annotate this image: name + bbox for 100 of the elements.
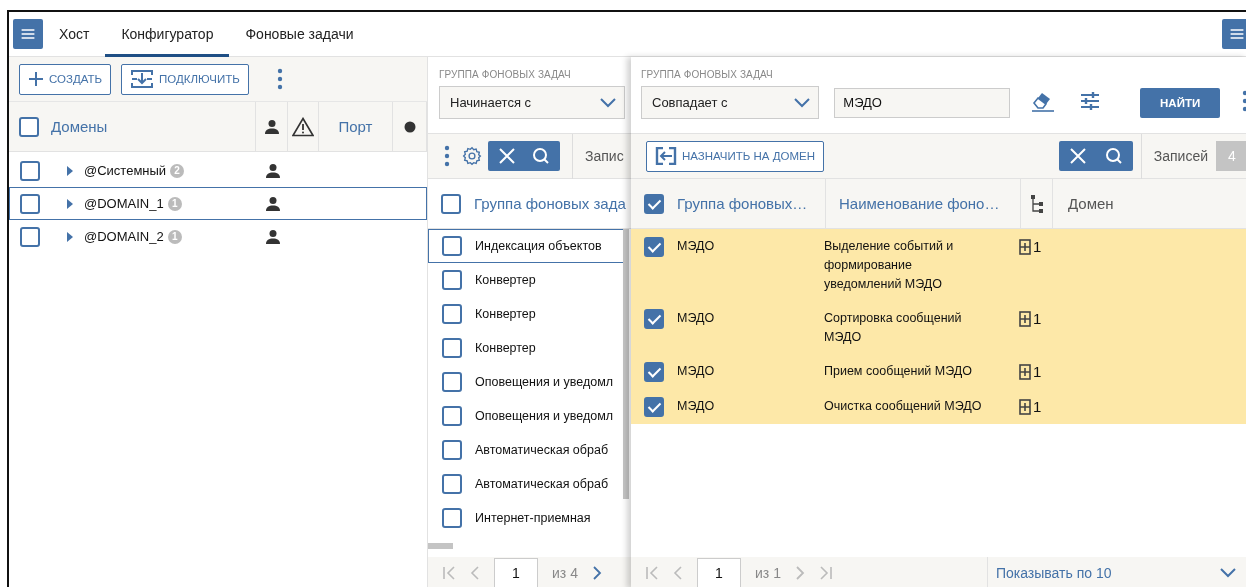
- column-header[interactable]: Наименование фоно…: [839, 195, 1000, 212]
- plus-icon: [28, 71, 44, 87]
- close-icon[interactable]: [498, 147, 516, 165]
- checkbox[interactable]: [441, 193, 461, 214]
- checkbox[interactable]: [442, 440, 462, 460]
- domain-name[interactable]: @DOMAIN_2: [84, 229, 164, 244]
- filter-sliders-icon[interactable]: [1080, 91, 1101, 110]
- find-button[interactable]: НАЙТИ: [1140, 87, 1220, 118]
- node-tree-icon: [1019, 398, 1031, 415]
- menu-icon[interactable]: [20, 26, 36, 42]
- dot-icon: [403, 120, 416, 133]
- table-cell: 1: [1033, 237, 1042, 256]
- selected-row-outline[interactable]: Индексация объектов: [428, 229, 623, 263]
- column-header[interactable]: Домены: [51, 118, 108, 135]
- table-row[interactable]: Интернет-приемная: [428, 501, 623, 535]
- condition-dropdown[interactable]: Начинается с: [439, 86, 625, 119]
- checkbox[interactable]: [442, 474, 462, 494]
- tab[interactable]: Хост: [43, 11, 106, 57]
- count-badge: 1: [167, 229, 182, 244]
- checkbox[interactable]: [20, 226, 40, 247]
- chevron-down-icon[interactable]: [600, 97, 616, 108]
- search-icon[interactable]: [1104, 147, 1123, 165]
- records-count: 4: [1216, 141, 1246, 171]
- table-row[interactable]: Автоматическая обраб: [428, 433, 623, 467]
- expand-caret-icon[interactable]: [66, 198, 74, 209]
- expand-caret-icon[interactable]: [66, 165, 74, 176]
- checkbox[interactable]: [442, 508, 462, 528]
- assign-button[interactable]: НАЗНАЧИТЬ НА ДОМЕН: [646, 140, 825, 172]
- expand-caret-icon[interactable]: [66, 231, 74, 242]
- column-header[interactable]: Порт: [338, 118, 373, 135]
- task-group-name[interactable]: Интернет-приемная: [475, 511, 591, 525]
- checkbox[interactable]: [442, 338, 462, 358]
- column-header[interactable]: Группа фоновых зада: [474, 195, 626, 212]
- task-group-name[interactable]: Конвертер: [475, 341, 536, 355]
- task-group-name[interactable]: Конвертер: [475, 273, 536, 287]
- table-cell-text: Прием сообщений МЭДО: [824, 363, 973, 380]
- task-group-name[interactable]: Оповещения и уведомл: [475, 375, 614, 389]
- table-cell-text: Выделение событий и формирование уведомлений МЭДО: [824, 238, 955, 293]
- table-cell: 1: [1033, 309, 1042, 328]
- tab[interactable]: Фоновые задачи: [229, 11, 370, 57]
- task-group-name[interactable]: Оповещения и уведомл: [475, 409, 614, 423]
- records-label: Запис: [572, 133, 624, 179]
- checkbox[interactable]: [442, 372, 462, 392]
- checkbox[interactable]: [644, 397, 664, 417]
- checkbox[interactable]: [442, 406, 462, 426]
- chevron-down-icon[interactable]: [1220, 568, 1236, 578]
- search-field[interactable]: МЭДО: [834, 87, 1011, 118]
- task-group-name[interactable]: Автоматическая обраб: [475, 477, 609, 491]
- connect-button[interactable]: ПОДКЛЮЧИТЬ: [121, 63, 249, 95]
- task-group-name[interactable]: Автоматическая обраб: [475, 443, 609, 457]
- count-badge: 2: [170, 163, 185, 178]
- checkbox[interactable]: [644, 309, 664, 329]
- domain-name[interactable]: @Системный: [84, 163, 167, 178]
- chevron-down-icon[interactable]: [794, 97, 811, 108]
- column-header[interactable]: Группа фоновых…: [677, 195, 808, 212]
- more-icon[interactable]: [276, 68, 283, 90]
- checkbox[interactable]: [644, 362, 664, 382]
- close-icon[interactable]: [1068, 147, 1087, 165]
- person-icon: [263, 118, 280, 135]
- person-icon: [265, 162, 281, 179]
- table-cell: 1: [1033, 362, 1042, 381]
- checkbox[interactable]: [20, 193, 40, 214]
- table-row[interactable]: @DOMAIN_2 1: [9, 220, 427, 253]
- condition-dropdown[interactable]: Совпадает с: [641, 86, 820, 119]
- checkbox[interactable]: [644, 193, 664, 214]
- table-cell-text: МЭДО: [676, 398, 716, 415]
- checkbox[interactable]: [442, 270, 462, 290]
- table-row[interactable]: Автоматическая обраб: [428, 467, 623, 501]
- create-button[interactable]: СОЗДАТЬ: [19, 63, 112, 95]
- domain-name[interactable]: @DOMAIN_1: [84, 196, 164, 211]
- table-row[interactable]: Оповещения и уведомл: [428, 365, 623, 399]
- selected-row-outline[interactable]: @DOMAIN_1 1: [9, 187, 427, 220]
- node-tree-icon: [1019, 238, 1031, 255]
- checkbox[interactable]: [644, 237, 664, 257]
- page-field[interactable]: 1: [494, 558, 538, 587]
- table-row[interactable]: Конвертер: [428, 297, 623, 331]
- assign-icon: [655, 147, 677, 165]
- menu-icon[interactable]: [1229, 26, 1245, 42]
- menu-button[interactable]: [13, 19, 43, 49]
- column-header[interactable]: Домен: [1068, 195, 1114, 212]
- menu-button[interactable]: [1222, 19, 1246, 49]
- search-icon[interactable]: [532, 147, 550, 165]
- table-row[interactable]: Конвертер: [428, 263, 623, 297]
- task-group-name[interactable]: Конвертер: [475, 307, 536, 321]
- table-row[interactable]: @Системный 2: [9, 154, 427, 187]
- more-icon[interactable]: [444, 145, 450, 167]
- table-cell-text: МЭДО: [676, 238, 716, 255]
- checkbox[interactable]: [442, 304, 462, 324]
- page-field[interactable]: 1: [697, 558, 741, 587]
- scrollbar[interactable]: [623, 229, 629, 499]
- settings-icon[interactable]: [462, 146, 482, 166]
- checkbox[interactable]: [442, 236, 462, 256]
- checkbox[interactable]: [19, 116, 39, 137]
- table-row[interactable]: Конвертер: [428, 331, 623, 365]
- scrollbar[interactable]: [428, 543, 453, 549]
- task-group-name[interactable]: Индексация объектов: [475, 239, 602, 253]
- table-row[interactable]: Оповещения и уведомл: [428, 399, 623, 433]
- page-size-link[interactable]: Показывать по 10: [995, 565, 1112, 581]
- checkbox[interactable]: [20, 160, 40, 181]
- next-page-icon[interactable]: [591, 566, 602, 580]
